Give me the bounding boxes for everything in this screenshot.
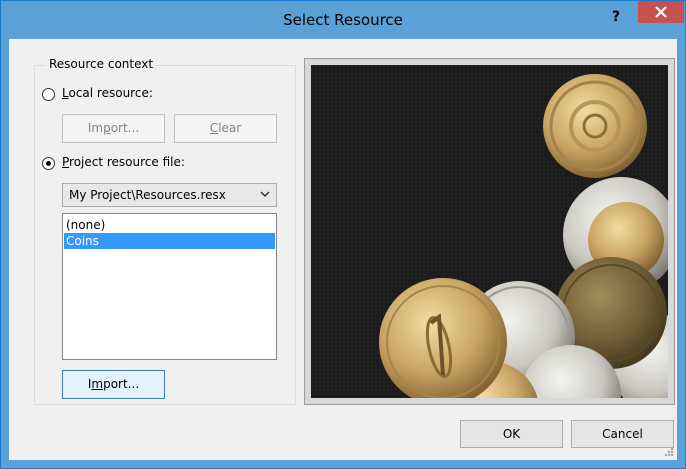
resize-grip-icon[interactable] — [664, 447, 674, 457]
import-button-disabled[interactable]: Import... — [62, 114, 165, 143]
resource-context-legend: Resource context — [46, 57, 157, 71]
ok-button[interactable]: OK — [460, 420, 563, 448]
chevron-down-icon — [260, 191, 270, 198]
close-button[interactable] — [638, 1, 684, 23]
resource-list[interactable]: (none) Coins — [62, 213, 277, 360]
dialog-window: Select Resource ? Resource context Local… — [0, 0, 686, 469]
close-icon — [655, 6, 667, 18]
import-button[interactable]: Import... — [62, 370, 165, 399]
list-item-coins[interactable]: Coins — [64, 233, 275, 249]
cancel-button[interactable]: Cancel — [571, 420, 674, 448]
list-item-none[interactable]: (none) — [64, 217, 275, 233]
project-resource-label[interactable]: Project resource file: — [62, 155, 185, 169]
project-resource-radio[interactable] — [42, 157, 55, 170]
resource-file-select-value: My Project\Resources.resx — [69, 188, 226, 202]
title-bar[interactable]: Select Resource ? — [1, 1, 685, 39]
image-preview-frame — [304, 58, 675, 405]
coins-image-preview — [311, 65, 668, 398]
local-resource-radio[interactable] — [42, 88, 55, 101]
dialog-title: Select Resource — [283, 11, 403, 29]
resource-file-select[interactable]: My Project\Resources.resx — [62, 183, 277, 207]
help-button[interactable]: ? — [604, 7, 628, 29]
clear-button[interactable]: Clear — [174, 114, 277, 143]
coins-image — [311, 65, 668, 398]
local-resource-label[interactable]: Local resource: — [62, 86, 153, 100]
dialog-body: Resource context Local resource: Import.… — [9, 39, 677, 460]
